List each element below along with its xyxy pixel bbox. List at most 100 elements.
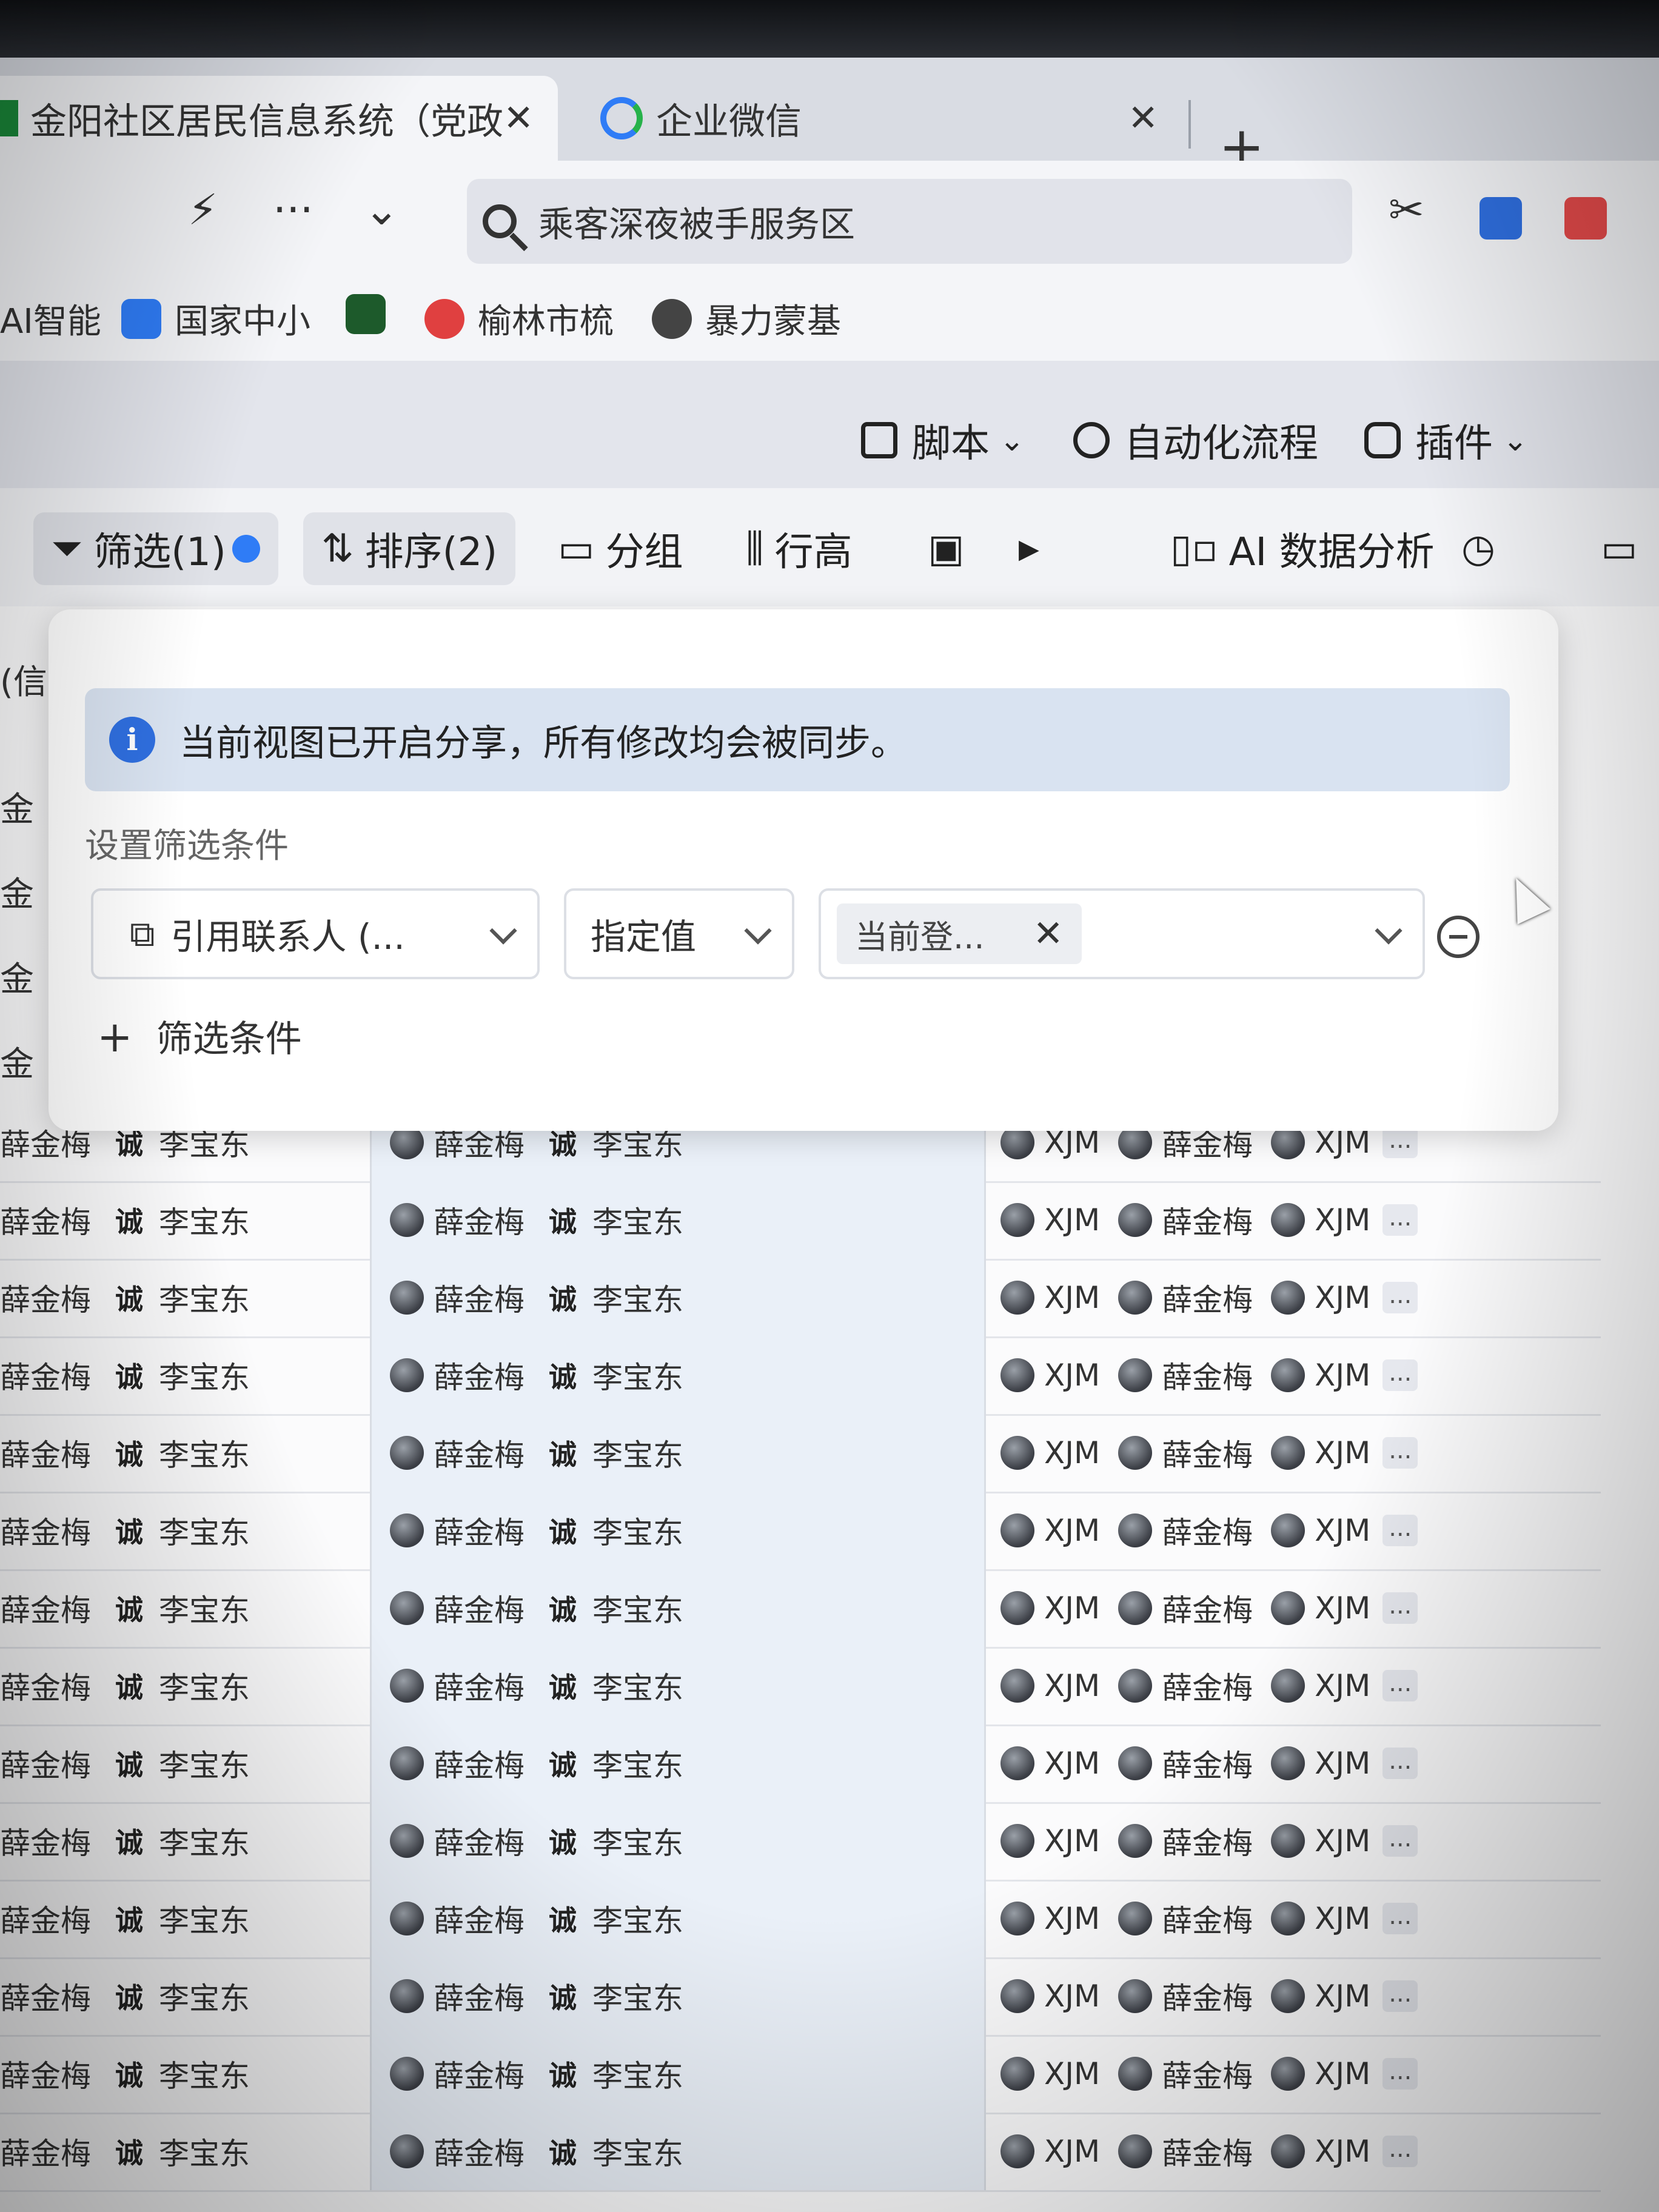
table-row[interactable]: 薛金梅诚李宝东 薛金梅诚李宝东 XJM 薛金梅 XJM... xyxy=(0,1802,1601,1882)
more-members-button[interactable]: ... xyxy=(1382,1903,1418,1934)
filter-button[interactable]: ⏷ 筛选(1) xyxy=(33,512,278,585)
table-cell[interactable]: 薛金梅诚李宝东 xyxy=(0,2035,370,2113)
table-cell[interactable]: 薛金梅诚李宝东 xyxy=(370,1880,986,1957)
more-members-button[interactable]: ... xyxy=(1382,1127,1418,1158)
table-row[interactable]: 薛金梅诚李宝东 薛金梅诚李宝东 XJM 薛金梅 XJM... xyxy=(0,1724,1601,1804)
tab-wecom[interactable]: 企业微信 ✕ xyxy=(564,76,1182,161)
more-members-button[interactable]: ... xyxy=(1382,2058,1418,2090)
more-members-button[interactable]: ... xyxy=(1382,1748,1418,1779)
tab-active[interactable]: 金阳社区居民信息系统（党政 ✕ xyxy=(0,76,558,161)
table-cell[interactable]: XJM 薛金梅 XJM... xyxy=(982,1957,1601,2035)
table-cell[interactable]: 薛金梅诚李宝东 xyxy=(370,2035,986,2113)
table-cell[interactable]: XJM 薛金梅 XJM... xyxy=(982,2035,1601,2113)
bookmark-item[interactable]: 国家中小 xyxy=(121,294,310,343)
table-row[interactable]: 薛金梅诚李宝东 薛金梅诚李宝东 XJM 薛金梅 XJM... xyxy=(0,1492,1601,1571)
table-cell[interactable]: 薛金梅诚李宝东 xyxy=(0,1259,370,1336)
table-row[interactable]: 薛金梅诚李宝东 薛金梅诚李宝东 XJM 薛金梅 XJM... xyxy=(0,2113,1601,2192)
table-cell[interactable]: 薛金梅诚李宝东 xyxy=(0,1957,370,2035)
more-members-button[interactable]: ... xyxy=(1382,2136,1418,2167)
table-row[interactable]: 薛金梅诚李宝东 薛金梅诚李宝东 XJM 薛金梅 XJM... xyxy=(0,1647,1601,1726)
more-members-button[interactable]: ... xyxy=(1382,1592,1418,1624)
table-row[interactable]: 薛金梅诚李宝东 薛金梅诚李宝东 XJM 薛金梅 XJM... xyxy=(0,1880,1601,1959)
more-members-button[interactable]: ... xyxy=(1382,1282,1418,1313)
table-cell[interactable]: XJM 薛金梅 XJM... xyxy=(982,1492,1601,1569)
chevron-down-icon[interactable]: ⌄ xyxy=(364,185,400,235)
filter-field-select[interactable]: ⧉ 引用联系人 (... xyxy=(91,888,540,979)
automation-button[interactable]: 自动化流程 xyxy=(1073,412,1318,468)
table-cell[interactable]: 薛金梅诚李宝东 xyxy=(0,1802,370,1880)
more-members-button[interactable]: ... xyxy=(1382,1515,1418,1546)
plugin-menu-button[interactable]: 插件 ⌄ xyxy=(1364,412,1528,468)
table-cell[interactable]: XJM 薛金梅 XJM... xyxy=(982,1880,1601,1957)
bookmark-item[interactable]: AI智能 xyxy=(0,294,101,343)
more-members-button[interactable]: ... xyxy=(1382,1825,1418,1857)
add-filter-condition-button[interactable]: + 筛选条件 xyxy=(97,1010,302,1062)
table-cell[interactable]: 薛金梅诚李宝东 xyxy=(370,1259,986,1336)
table-cell[interactable]: 薛金梅诚李宝东 xyxy=(370,1336,986,1414)
more-members-button[interactable]: ... xyxy=(1382,1980,1418,2012)
table-row[interactable]: 薛金梅诚李宝东 薛金梅诚李宝东 XJM 薛金梅 XJM... xyxy=(0,1259,1601,1338)
bookmark-item[interactable] xyxy=(346,294,399,334)
table-row[interactable]: 薛金梅诚李宝东 薛金梅诚李宝东 XJM 薛金梅 XJM... xyxy=(0,1957,1601,2037)
table-cell[interactable]: 薛金梅诚李宝东 xyxy=(0,1880,370,1957)
table-cell[interactable]: 薛金梅诚李宝东 xyxy=(370,1569,986,1647)
remove-chip-icon[interactable]: ✕ xyxy=(1033,913,1064,955)
more-toolbar-button[interactable]: ▶ xyxy=(1000,512,1068,585)
filter-operator-select[interactable]: 指定值 xyxy=(564,888,794,979)
bookmark-item[interactable]: 榆林市梳 xyxy=(424,294,614,343)
table-row[interactable]: 薛金梅诚李宝东 薛金梅诚李宝东 XJM 薛金梅 XJM... xyxy=(0,1336,1601,1416)
table-cell[interactable]: 薛金梅诚李宝东 xyxy=(0,2113,370,2190)
more-members-button[interactable]: ... xyxy=(1382,1437,1418,1469)
table-cell[interactable]: XJM 薛金梅 XJM... xyxy=(982,1569,1601,1647)
table-cell[interactable]: 薛金梅诚李宝东 xyxy=(370,1414,986,1492)
clipboard-button[interactable]: ▣ xyxy=(910,512,993,585)
script-menu-button[interactable]: 脚本 ⌄ xyxy=(861,412,1025,468)
close-tab-icon[interactable]: ✕ xyxy=(1128,97,1158,139)
table-cell[interactable]: 薛金梅诚李宝东 xyxy=(370,1181,986,1259)
table-cell[interactable]: 薛金梅诚李宝东 xyxy=(370,1802,986,1880)
table-cell[interactable]: 薛金梅诚李宝东 xyxy=(370,1724,986,1802)
sort-button[interactable]: ⇅ 排序(2) xyxy=(303,512,516,585)
table-cell[interactable]: 薛金梅诚李宝东 xyxy=(370,1647,986,1724)
table-row[interactable]: 薛金梅诚李宝东 薛金梅诚李宝东 XJM 薛金梅 XJM... xyxy=(0,2035,1601,2114)
ai-analysis-button[interactable]: ▯▫ AI 数据分析 xyxy=(1152,512,1453,585)
history-button[interactable]: ◷ xyxy=(1443,512,1524,585)
share-button[interactable]: ▭ xyxy=(1583,512,1659,585)
table-cell[interactable]: XJM 薛金梅 XJM... xyxy=(982,1181,1601,1259)
table-row[interactable]: 薛金梅诚李宝东 薛金梅诚李宝东 XJM 薛金梅 XJM... xyxy=(0,1414,1601,1493)
remove-condition-icon[interactable] xyxy=(1437,916,1480,958)
table-cell[interactable]: 薛金梅诚李宝东 xyxy=(0,1181,370,1259)
game-extension-icon[interactable] xyxy=(1564,197,1607,240)
table-cell[interactable]: XJM 薛金梅 XJM... xyxy=(982,1724,1601,1802)
close-tab-icon[interactable]: ✕ xyxy=(503,97,534,139)
group-button[interactable]: ▭ 分组 xyxy=(540,512,701,585)
table-cell[interactable]: 薛金梅诚李宝东 xyxy=(370,2113,986,2190)
bookmark-item[interactable]: 暴力蒙基 xyxy=(652,294,841,343)
table-cell[interactable]: 薛金梅诚李宝东 xyxy=(0,1647,370,1724)
extension-icon[interactable] xyxy=(1480,197,1522,240)
table-cell[interactable]: 薛金梅诚李宝东 xyxy=(0,1336,370,1414)
search-input[interactable]: 乘客深夜被手服务区 xyxy=(467,179,1352,264)
more-members-button[interactable]: ... xyxy=(1382,1670,1418,1701)
table-cell[interactable]: XJM 薛金梅 XJM... xyxy=(982,1802,1601,1880)
more-members-button[interactable]: ... xyxy=(1382,1204,1418,1236)
filter-value-select[interactable]: 当前登... ✕ xyxy=(819,888,1425,979)
table-cell[interactable]: XJM 薛金梅 XJM... xyxy=(982,1647,1601,1724)
more-members-button[interactable]: ... xyxy=(1382,1359,1418,1391)
table-cell[interactable]: 薛金梅诚李宝东 xyxy=(370,1957,986,2035)
table-cell[interactable]: XJM 薛金梅 XJM... xyxy=(982,2113,1601,2190)
table-cell[interactable]: 薛金梅诚李宝东 xyxy=(0,1569,370,1647)
table-row[interactable]: 薛金梅诚李宝东 薛金梅诚李宝东 XJM 薛金梅 XJM... xyxy=(0,1181,1601,1261)
row-height-button[interactable]: ⫼ 行高 xyxy=(728,512,870,585)
more-icon[interactable]: ··· xyxy=(273,185,313,235)
table-cell[interactable]: 薛金梅诚李宝东 xyxy=(370,1492,986,1569)
table-cell[interactable]: 薛金梅诚李宝东 xyxy=(0,1724,370,1802)
table-cell[interactable]: 薛金梅诚李宝东 xyxy=(0,1492,370,1569)
table-row[interactable]: 薛金梅诚李宝东 薛金梅诚李宝东 XJM 薛金梅 XJM... xyxy=(0,1569,1601,1649)
lightning-icon[interactable]: ⚡ xyxy=(188,185,218,235)
table-cell[interactable]: XJM 薛金梅 XJM... xyxy=(982,1336,1601,1414)
table-cell[interactable]: 薛金梅诚李宝东 xyxy=(0,1414,370,1492)
table-cell[interactable]: XJM 薛金梅 XJM... xyxy=(982,1414,1601,1492)
scissors-icon[interactable]: ✂ xyxy=(1389,185,1424,235)
table-cell[interactable]: XJM 薛金梅 XJM... xyxy=(982,1259,1601,1336)
